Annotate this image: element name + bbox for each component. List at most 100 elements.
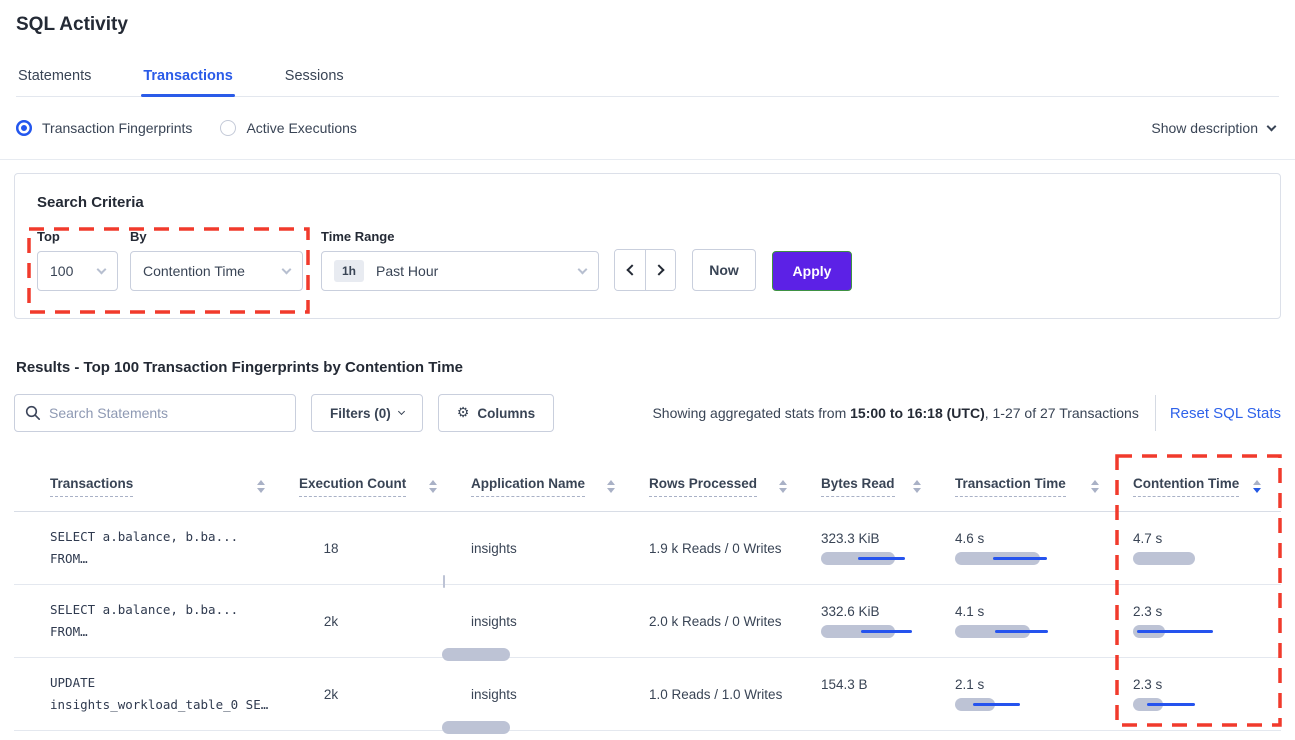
table-row[interactable]: SELECT a.balance, b.ba...FROM… 18 insigh… (14, 512, 1281, 585)
radio-label: Active Executions (246, 120, 357, 136)
application-name-cell: insights (457, 658, 635, 730)
tab-statements[interactable]: Statements (16, 62, 93, 96)
radio-selected-icon[interactable] (16, 120, 32, 136)
page-title: SQL Activity (16, 14, 1279, 36)
table-header-row: Transactions Execution Count Application… (14, 462, 1281, 512)
previous-time-button[interactable] (615, 250, 645, 290)
next-time-button[interactable] (645, 250, 675, 290)
by-select[interactable]: Contention Time (130, 251, 303, 291)
sort-icon[interactable] (779, 480, 787, 493)
transaction-fingerprint-link[interactable]: UPDATEinsights_workload_table_0 SE… (14, 658, 285, 730)
show-description-label: Show description (1151, 120, 1258, 136)
page-header: SQL Activity Statements Transactions Ses… (0, 0, 1295, 97)
reset-sql-stats-link[interactable]: Reset SQL Stats (1170, 405, 1281, 422)
search-icon (25, 405, 41, 421)
aggregated-stats-text: Showing aggregated stats from 15:00 to 1… (652, 405, 1138, 421)
top-select[interactable]: 100 (37, 251, 118, 291)
chevron-down-icon (398, 407, 405, 414)
contention-time-bar (1133, 698, 1267, 711)
application-name-cell: insights (457, 512, 635, 584)
radio-unselected-icon[interactable] (220, 120, 236, 136)
search-criteria-controls: Top 100 By Contention Time Time Range 1h… (37, 229, 1258, 291)
tab-sessions[interactable]: Sessions (283, 62, 346, 96)
vertical-divider (1155, 395, 1156, 431)
contention-time-bar (1133, 625, 1267, 638)
transaction-time-cell: 4.6 s (941, 512, 1119, 584)
sort-icon[interactable] (1091, 480, 1099, 493)
sort-icon-active-desc[interactable] (1253, 480, 1261, 493)
chevron-right-icon (653, 264, 664, 275)
apply-button[interactable]: Apply (772, 251, 852, 291)
time-range-select[interactable]: 1h Past Hour (321, 251, 599, 291)
bytes-read-cell: 323.3 KiB (807, 512, 941, 584)
bytes-read-bar (821, 625, 927, 638)
transaction-time-cell: 2.1 s (941, 658, 1119, 730)
time-step-buttons (614, 249, 676, 291)
execution-count-cell: 2k (285, 585, 457, 657)
table-row[interactable]: SELECT a.balance, b.ba...FROM… 2k insigh… (14, 585, 1281, 658)
search-statements-box[interactable] (14, 394, 296, 432)
search-criteria-heading: Search Criteria (37, 194, 1258, 211)
time-range-label: Time Range (321, 229, 599, 244)
time-range-badge: 1h (334, 260, 364, 282)
columns-button[interactable]: ⚙ Columns (438, 394, 554, 432)
execution-count-cell: 18 (285, 512, 457, 584)
execution-count-bar (442, 721, 522, 734)
header-execution-count: Execution Count (285, 476, 457, 497)
radio-transaction-fingerprints[interactable]: Transaction Fingerprints (16, 120, 192, 136)
chevron-left-icon (626, 264, 637, 275)
chevron-down-icon (1267, 121, 1277, 131)
gear-icon: ⚙ (457, 405, 470, 421)
header-transaction-time: Transaction Time (941, 476, 1119, 497)
view-toggle-bar: Transaction Fingerprints Active Executio… (0, 97, 1295, 160)
sort-icon[interactable] (257, 480, 265, 493)
rows-processed-cell: 1.9 k Reads / 0 Writes (635, 512, 807, 584)
columns-label: Columns (477, 406, 535, 421)
by-field: By Contention Time (130, 229, 303, 291)
transactions-table: Transactions Execution Count Application… (14, 462, 1281, 731)
header-rows-processed: Rows Processed (635, 476, 807, 497)
transaction-fingerprint-link[interactable]: SELECT a.balance, b.ba...FROM… (14, 585, 285, 657)
execution-count-cell: 2k (285, 658, 457, 730)
sort-icon[interactable] (913, 480, 921, 493)
tab-transactions[interactable]: Transactions (141, 62, 234, 96)
top-field: Top 100 (37, 229, 118, 291)
time-range-value: Past Hour (376, 263, 438, 279)
sort-icon[interactable] (429, 480, 437, 493)
table-row[interactable]: UPDATEinsights_workload_table_0 SE… 2k i… (14, 658, 1281, 731)
contention-time-bar (1133, 552, 1267, 565)
header-contention-time: Contention Time (1119, 476, 1281, 497)
chevron-down-icon (578, 264, 588, 274)
results-toolbar: Filters (0) ⚙ Columns Showing aggregated… (14, 394, 1281, 432)
bytes-read-bar (821, 552, 927, 565)
contention-time-cell: 2.3 s (1119, 585, 1281, 657)
top-label: Top (37, 229, 118, 244)
bytes-read-cell: 154.3 B (807, 658, 941, 730)
filters-button[interactable]: Filters (0) (311, 394, 423, 432)
time-range-field: Time Range 1h Past Hour (321, 229, 599, 291)
chevron-down-icon (282, 264, 292, 274)
contention-time-cell: 2.3 s (1119, 658, 1281, 730)
show-description-toggle[interactable]: Show description (1151, 120, 1275, 136)
sort-icon[interactable] (607, 480, 615, 493)
header-application-name: Application Name (457, 476, 635, 497)
transaction-fingerprint-link[interactable]: SELECT a.balance, b.ba...FROM… (14, 512, 285, 584)
now-button[interactable]: Now (692, 249, 756, 291)
transaction-time-bar (955, 698, 1105, 711)
by-select-value: Contention Time (143, 263, 245, 279)
transaction-time-cell: 4.1 s (941, 585, 1119, 657)
bytes-read-bar (821, 698, 927, 711)
application-name-cell: insights (457, 585, 635, 657)
transaction-time-bar (955, 552, 1105, 565)
by-label: By (130, 229, 303, 244)
contention-time-cell: 4.7 s (1119, 512, 1281, 584)
search-statements-input[interactable] (49, 405, 285, 421)
tab-bar: Statements Transactions Sessions (16, 62, 1279, 97)
radio-active-executions[interactable]: Active Executions (220, 120, 357, 136)
transaction-time-bar (955, 625, 1105, 638)
view-toggle-group: Transaction Fingerprints Active Executio… (16, 120, 357, 136)
stats-area: Showing aggregated stats from 15:00 to 1… (652, 395, 1281, 431)
bytes-read-cell: 332.6 KiB (807, 585, 941, 657)
search-criteria-card: Search Criteria Top 100 By Contention Ti… (14, 173, 1281, 319)
rows-processed-cell: 1.0 Reads / 1.0 Writes (635, 658, 807, 730)
